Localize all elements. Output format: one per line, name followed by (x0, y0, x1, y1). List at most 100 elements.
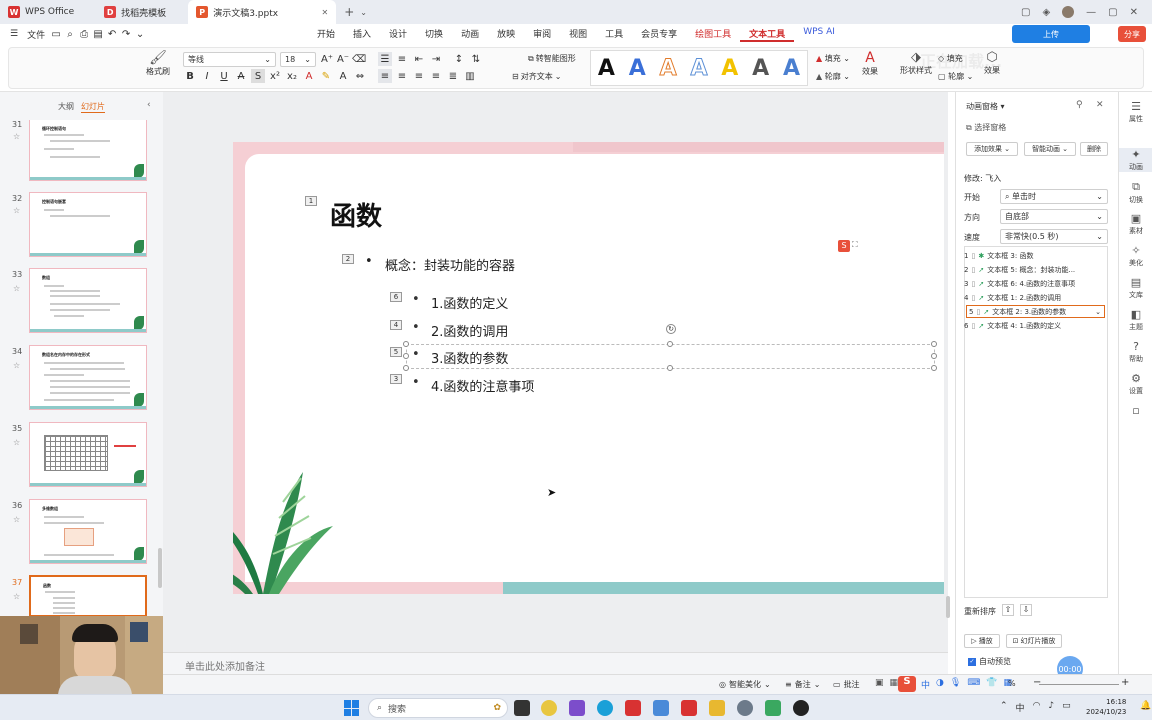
edge-icon[interactable] (597, 700, 613, 716)
star-icon[interactable]: ☆ (13, 592, 20, 601)
italic-icon[interactable]: I (200, 69, 214, 83)
slides-scrollbar[interactable] (158, 548, 162, 588)
sub-item-params[interactable]: 3.函数的参数 (431, 348, 508, 367)
sidebar-library[interactable]: ▤ 文库 (1119, 276, 1152, 300)
ime-skin-icon[interactable]: 👕 (986, 678, 997, 691)
ime-mic-icon[interactable]: 🎙 (950, 678, 961, 691)
new-tab-icon[interactable]: + (344, 5, 354, 19)
char-spacing-icon[interactable]: ⇔ (353, 69, 367, 83)
slide-thumbnail-37[interactable]: 函数 (29, 575, 147, 617)
star-icon[interactable]: ☆ (13, 132, 20, 141)
more-chevron-icon[interactable]: ⌄ (133, 27, 147, 41)
notes-area[interactable]: 单击此处添加备注 (163, 652, 948, 674)
window-layout-icon[interactable]: ▢ (1021, 7, 1030, 18)
avatar[interactable] (1062, 6, 1075, 18)
align-right-icon[interactable]: ≡ (412, 69, 426, 83)
resize-handle[interactable] (403, 365, 409, 371)
sub-item-definition[interactable]: 1.函数的定义 (431, 293, 508, 312)
align-center-icon[interactable]: ≡ (395, 69, 409, 83)
wps-ai-button[interactable]: WPS AI (794, 27, 844, 42)
anim-list-item[interactable]: 6 ▯ ➚ 文本框 4: 1.函数的定义 (964, 320, 1106, 332)
distribute-icon[interactable]: ≣ (446, 69, 460, 83)
wordart-gradient[interactable]: A (783, 56, 800, 81)
settings-taskbar-icon[interactable] (737, 700, 753, 716)
zoom-level[interactable]: % (1008, 679, 1016, 688)
font-name-select[interactable]: 等线 ⌄ (183, 52, 276, 67)
tab-document[interactable]: P 演示文稿3.pptx ✕ (188, 0, 337, 24)
sidebar-help[interactable]: ? 帮助 (1119, 340, 1152, 364)
skin-icon[interactable]: ◈ (1042, 7, 1050, 18)
text-direction-icon[interactable]: ⇅ (469, 52, 483, 66)
add-effect-button[interactable]: 添加效果 ⌄ (966, 142, 1018, 156)
wps-pdf-icon[interactable] (681, 700, 697, 716)
smart-anim-button[interactable]: 智能动画 ⌄ (1024, 142, 1076, 156)
menu-view[interactable]: 视图 (560, 27, 596, 42)
columns-icon[interactable]: ▥ (463, 69, 477, 83)
sidebar-animation[interactable]: ✦ 动画 (1119, 148, 1152, 172)
anim-tag[interactable]: 3 (390, 374, 402, 384)
justify-icon[interactable]: ≡ (429, 69, 443, 83)
slide-thumbnail-33[interactable]: 数组 (29, 268, 147, 333)
sidebar-theme[interactable]: ◧ 主题 (1119, 308, 1152, 332)
sidebar-more[interactable]: ▫ (1119, 404, 1152, 418)
open-icon[interactable]: ⌕ (63, 27, 77, 41)
delete-button[interactable]: 删除 (1080, 142, 1108, 156)
ime-keyboard-icon[interactable]: ⌨ (967, 678, 980, 691)
clear-format-icon[interactable]: ⌫ (352, 52, 366, 66)
slide-thumbnail-31[interactable]: 循环控制语句 (29, 120, 147, 181)
tray-chevron-icon[interactable]: ⌃ (1000, 701, 1008, 714)
wordart-orange-outline[interactable]: A (659, 55, 677, 81)
menu-transition[interactable]: 切换 (416, 27, 452, 42)
slide-thumbnail-35[interactable] (29, 422, 147, 487)
bullets-icon[interactable]: ☰ (378, 52, 392, 66)
sidebar-transition[interactable]: ⧉ 切换 (1119, 180, 1152, 205)
chrome-icon[interactable] (541, 700, 557, 716)
wordart-blue[interactable]: A (629, 56, 646, 81)
pin-icon[interactable]: ⚲ (1076, 100, 1083, 110)
wordart-gray[interactable]: A (752, 56, 769, 81)
menu-tools[interactable]: 工具 (596, 27, 632, 42)
select-pane-button[interactable]: ⧉ 选择窗格 (966, 122, 1006, 133)
tab-outline[interactable]: 大纲 (58, 101, 74, 112)
visual-studio-icon[interactable] (569, 700, 585, 716)
wifi-icon[interactable]: ◠ (1033, 701, 1041, 714)
sidebar-material[interactable]: ▣ 素材 (1119, 212, 1152, 236)
menu-drawing-tools[interactable]: 绘图工具 (686, 27, 740, 42)
tab-template[interactable]: D 找稻壳模板 (96, 0, 174, 24)
sorter-view-icon[interactable]: ▦ (890, 678, 899, 688)
menu-review[interactable]: 审阅 (524, 27, 560, 42)
wordart-black[interactable]: A (598, 56, 615, 81)
normal-view-icon[interactable]: ▣ (875, 678, 884, 688)
menu-home[interactable]: 开始 (308, 27, 344, 42)
print-icon[interactable]: ⎙ (77, 27, 91, 41)
slide-title[interactable]: 函数 (330, 196, 382, 233)
tray-ime-icon[interactable]: 中 (1016, 701, 1025, 714)
line-spacing-icon[interactable]: ↕ (452, 52, 466, 66)
anim-tag[interactable]: 4 (390, 320, 402, 330)
undo-icon[interactable]: ↶ (105, 27, 119, 41)
menu-design[interactable]: 设计 (380, 27, 416, 42)
ime-lang-icon[interactable]: 中 (921, 678, 930, 691)
resize-handle[interactable] (931, 365, 937, 371)
smart-shape-button[interactable]: ⧉ 转智能图形 (528, 53, 576, 64)
sidebar-beautify[interactable]: ✧ 美化 (1119, 244, 1152, 268)
slide-thumbnail-32[interactable]: 控制语句嵌套 (29, 192, 147, 257)
sidebar-settings[interactable]: ⚙ 设置 (1119, 372, 1152, 396)
highlight-icon[interactable]: ✎ (319, 69, 333, 83)
zoom-out-icon[interactable]: − (1033, 677, 1041, 688)
resize-handle[interactable] (931, 353, 937, 359)
strikethrough-icon[interactable]: A (234, 69, 248, 83)
resize-handle[interactable] (403, 341, 409, 347)
resize-handle[interactable] (667, 365, 673, 371)
text-fill-button[interactable]: ▲ 填充 ⌄ (816, 53, 850, 64)
hamburger-icon[interactable]: ☰ (0, 29, 27, 39)
wordart-blue-outline[interactable]: A (690, 55, 708, 81)
redo-icon[interactable]: ↷ (119, 27, 133, 41)
play-button[interactable]: ▷ 播放 (964, 634, 1000, 648)
direction-select[interactable]: 自底部 ⌄ (1000, 209, 1108, 224)
speed-select[interactable]: 非常快(0.5 秒) ⌄ (1000, 229, 1108, 244)
canvas-vscroll[interactable] (946, 596, 950, 618)
notification-icon[interactable]: 🔔 (1140, 701, 1151, 711)
close-pane-icon[interactable]: ✕ (1096, 100, 1104, 110)
anim-tag[interactable]: 1 (305, 196, 317, 206)
